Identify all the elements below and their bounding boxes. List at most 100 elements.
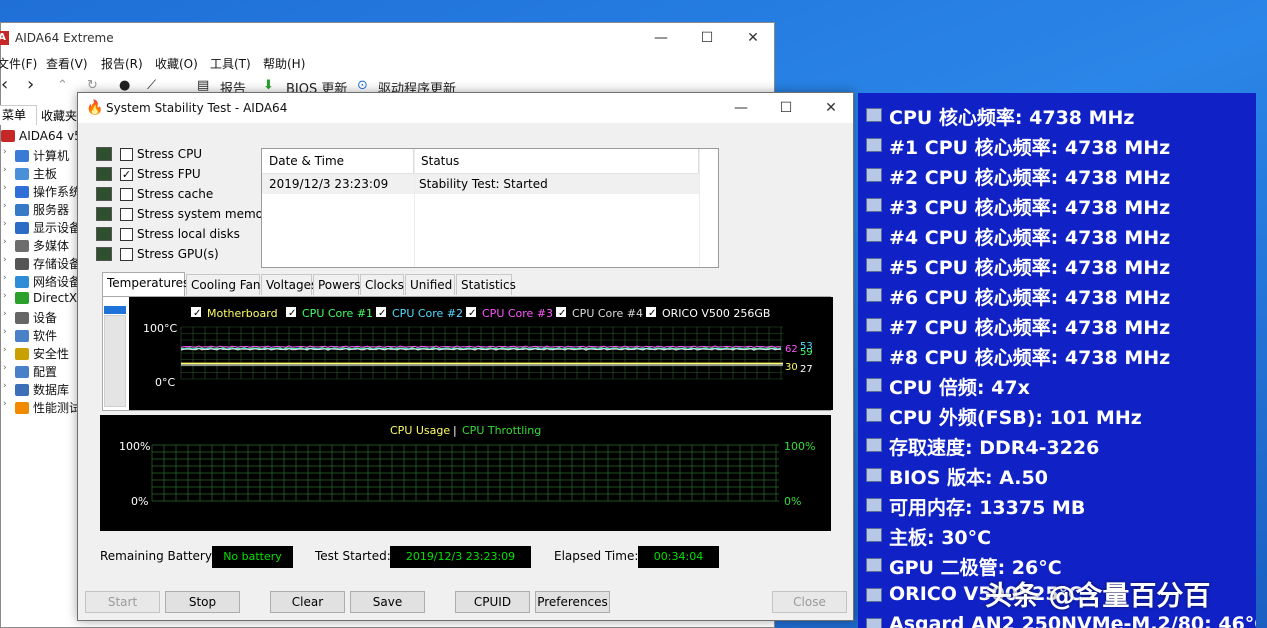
stop-button[interactable]: Stop <box>165 591 240 613</box>
tree-item[interactable]: › 配置 <box>1 363 79 381</box>
tree-item-label: 软件 <box>33 329 58 343</box>
tab-menu[interactable]: 菜单 <box>0 105 37 125</box>
stress-checkbox[interactable] <box>120 208 133 221</box>
preferences-button[interactable]: Preferences <box>535 591 610 613</box>
osd-row: CPU 倍频: 47x <box>858 370 1256 400</box>
tab-powers[interactable]: Powers <box>313 274 361 295</box>
tree-item[interactable]: › 操作系统 <box>1 183 79 201</box>
osd-row: BIOS 版本: A.50 <box>858 460 1256 490</box>
expand-arrow-icon[interactable]: › <box>3 345 7 355</box>
expand-arrow-icon[interactable]: › <box>3 291 7 301</box>
expand-arrow-icon[interactable]: › <box>3 165 7 175</box>
tree-item[interactable]: › 存储设备 <box>1 255 79 273</box>
bios-update-icon: ⬇ <box>263 78 274 93</box>
save-button[interactable]: Save <box>350 591 425 613</box>
tree-item[interactable]: › 软件 <box>1 327 79 345</box>
legend-check-mark: ✓ <box>378 308 386 319</box>
minimize-icon[interactable]: — <box>638 23 684 53</box>
tree-item[interactable]: › 设备 <box>1 309 79 327</box>
tab-clocks[interactable]: Clocks <box>360 274 404 295</box>
sst-minimize-icon[interactable]: — <box>718 93 764 123</box>
close-button[interactable]: Close <box>772 591 847 613</box>
expand-arrow-icon[interactable]: › <box>3 219 7 229</box>
tree-item[interactable]: › 安全性 <box>1 345 79 363</box>
tree-item[interactable]: › DirectX <box>1 291 79 309</box>
stress-component-icon <box>96 187 112 201</box>
menu-help[interactable]: 帮助(H) <box>263 55 305 72</box>
stress-checkbox[interactable] <box>120 228 133 241</box>
maximize-icon[interactable]: ☐ <box>684 23 730 53</box>
expand-arrow-icon[interactable]: › <box>3 201 7 211</box>
tab-cooling-fans[interactable]: Cooling Fans <box>186 274 267 295</box>
expand-arrow-icon[interactable]: › <box>3 273 7 283</box>
stress-option[interactable]: ✓ Stress FPU <box>96 166 276 184</box>
sst-maximize-icon[interactable]: ☐ <box>763 93 809 123</box>
refresh-icon[interactable]: ↻ <box>87 78 98 93</box>
driver-search-icon: ⊙ <box>357 78 368 93</box>
stress-option[interactable]: Stress system memory <box>96 206 276 224</box>
stress-option[interactable]: Stress cache <box>96 186 276 204</box>
legend-label: CPU Core #4 <box>572 307 643 320</box>
tree-item[interactable]: › 网络设备 <box>1 273 79 291</box>
log-header-status[interactable]: Status <box>414 149 699 174</box>
tree-node-icon <box>15 348 29 360</box>
tree-node-icon <box>15 240 29 252</box>
log-row[interactable]: 2019/12/3 23:23:09 Stability Test: Start… <box>262 174 699 194</box>
osd-text: BIOS 版本: A.50 <box>889 467 1048 489</box>
tree-item[interactable]: › 主板 <box>1 165 79 183</box>
tab-statistics[interactable]: Statistics <box>456 274 516 295</box>
tab-unified[interactable]: Unified <box>405 274 455 295</box>
close-icon[interactable]: ✕ <box>730 23 776 53</box>
sensor-icon <box>866 138 882 152</box>
stress-option[interactable]: Stress local disks <box>96 226 276 244</box>
tree-node-icon <box>15 366 29 378</box>
tree-item[interactable]: › 服务器 <box>1 201 79 219</box>
cpuid-button[interactable]: CPUID <box>455 591 530 613</box>
up-icon[interactable]: ⌃ <box>57 78 68 93</box>
user-icon[interactable]: ● <box>119 78 130 93</box>
tree-item[interactable]: › 计算机 <box>1 147 79 165</box>
osd-text: CPU 倍频: 47x <box>889 377 1030 399</box>
sst-close-icon[interactable]: ✕ <box>808 93 854 123</box>
expand-arrow-icon[interactable]: › <box>3 255 7 265</box>
tab-voltages[interactable]: Voltages <box>261 274 317 295</box>
sensor-scrollbar[interactable] <box>104 299 126 407</box>
tree-item[interactable]: › 多媒体 <box>1 237 79 255</box>
stress-checkbox[interactable] <box>120 148 133 161</box>
expand-arrow-icon[interactable]: › <box>3 327 7 337</box>
expand-arrow-icon[interactable]: › <box>3 183 7 193</box>
stress-option[interactable]: Stress CPU <box>96 146 276 164</box>
log-header-datetime[interactable]: Date & Time <box>262 149 414 174</box>
expand-arrow-icon[interactable]: › <box>3 381 7 391</box>
menu-file[interactable]: 文件(F) <box>0 55 37 72</box>
scroll-thumb[interactable] <box>104 306 126 314</box>
tree-item[interactable]: › 性能测试 <box>1 399 79 417</box>
expand-arrow-icon[interactable]: › <box>3 363 7 373</box>
stress-option-label: Stress system memory <box>137 207 276 221</box>
expand-arrow-icon[interactable]: › <box>3 147 7 157</box>
expand-arrow-icon[interactable]: › <box>3 237 7 247</box>
menu-view[interactable]: 查看(V) <box>46 55 88 72</box>
tree-item[interactable]: › 显示设备 <box>1 219 79 237</box>
tab-temperatures[interactable]: Temperatures <box>102 272 189 296</box>
expand-arrow-icon[interactable]: › <box>3 399 7 409</box>
menu-favorites[interactable]: 收藏(O) <box>155 55 198 72</box>
stress-checkbox[interactable]: ✓ <box>120 168 133 181</box>
scroll-track[interactable] <box>104 315 126 407</box>
start-button[interactable]: Start <box>85 591 160 613</box>
stress-checkbox[interactable] <box>120 248 133 261</box>
back-icon[interactable]: ‹ <box>1 74 8 95</box>
tree-item[interactable]: › 数据库 <box>1 381 79 399</box>
osd-text: #4 CPU 核心频率: 4738 MHz <box>889 227 1171 249</box>
clear-button[interactable]: Clear <box>270 591 345 613</box>
tree-root[interactable]: AIDA64 v5.9 <box>1 129 79 147</box>
stress-checkbox[interactable] <box>120 188 133 201</box>
cpu-throttling-legend: CPU Throttling <box>462 424 541 437</box>
stress-option[interactable]: Stress GPU(s) <box>96 246 276 264</box>
forward-icon[interactable]: › <box>27 74 34 95</box>
tab-favorites[interactable]: 收藏夹 <box>41 107 79 125</box>
chart-icon[interactable]: ⟋ <box>147 78 156 93</box>
menu-report[interactable]: 报告(R) <box>101 55 143 72</box>
menu-tools[interactable]: 工具(T) <box>210 55 251 72</box>
expand-arrow-icon[interactable]: › <box>3 309 7 319</box>
